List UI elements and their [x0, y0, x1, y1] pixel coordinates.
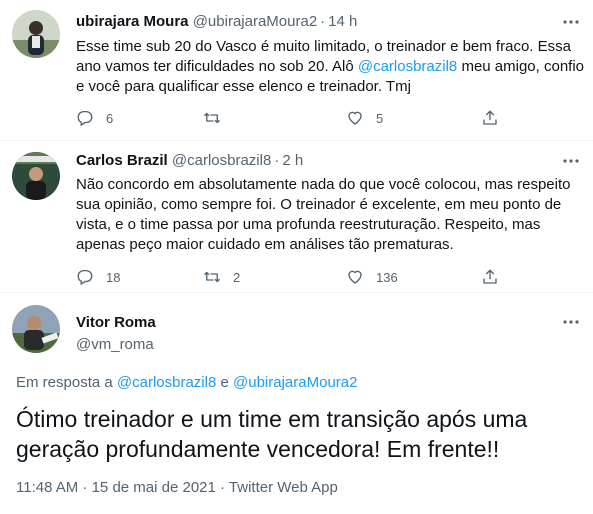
tweet-carlos[interactable]: Carlos Brazil @carlosbrazil8 · 2 h Não con… — [0, 141, 593, 292]
tweet-text: Esse time sub 20 do Vasco é muito limita… — [76, 37, 584, 97]
tweet-actions: 18 2 136 — [76, 267, 516, 287]
more-options-icon[interactable] — [561, 12, 581, 32]
profile-photo — [12, 152, 60, 200]
like-button[interactable]: 136 — [346, 267, 398, 287]
share-button[interactable] — [481, 267, 499, 287]
avatar[interactable] — [12, 10, 60, 58]
display-name[interactable]: Vitor Roma — [76, 313, 156, 333]
separator-dot: · — [274, 152, 280, 169]
tweet-timestamp[interactable]: 11:48 AM · 15 de mai de 2021 · Twitter W… — [16, 479, 338, 496]
separator-dot: · — [320, 13, 326, 30]
reply-button[interactable]: 6 — [76, 108, 113, 128]
reply-prefix: Em resposta a — [16, 374, 117, 391]
tweet-header: ubirajara Moura @ubirajaraMoura2 · 14 h — [76, 12, 357, 32]
reply-count: 18 — [106, 269, 121, 285]
tweet-text: Não concordo em absolutamente nada do qu… — [76, 175, 570, 255]
tweet-actions: 6 5 — [76, 108, 516, 128]
like-count: 136 — [376, 269, 398, 285]
profile-photo — [12, 10, 60, 58]
user-handle[interactable]: @ubirajaraMoura2 — [193, 13, 317, 30]
retweet-count: 2 — [233, 269, 241, 285]
tweet-line: apenas peço maior cuidado em análises tã… — [76, 236, 454, 253]
avatar[interactable] — [12, 305, 60, 353]
tweet-header: Carlos Brazil @carlosbrazil8 · 2 h — [76, 151, 303, 171]
tweet-text-segment: ano vamos ter dificuldades no sob 20. Al… — [76, 58, 358, 75]
tweet-time[interactable]: 14 h — [328, 13, 357, 30]
tweet-time[interactable]: 2 h — [282, 152, 303, 169]
like-button[interactable]: 5 — [346, 108, 383, 128]
profile-photo — [12, 305, 60, 353]
share-button[interactable] — [481, 108, 499, 128]
retweet-icon — [204, 271, 220, 283]
reply-icon — [77, 110, 93, 127]
tweet-ubirajara[interactable]: ubirajara Moura @ubirajaraMoura2 · 14 h Es… — [0, 0, 593, 140]
reply-count: 6 — [106, 110, 114, 126]
share-icon — [483, 269, 497, 284]
user-handle[interactable]: @vm_roma — [76, 335, 154, 355]
tweet-line: Esse time sub 20 do Vasco é muito limita… — [76, 38, 571, 55]
retweet-icon — [204, 112, 220, 124]
mention-link[interactable]: @carlosbrazil8 — [117, 374, 216, 391]
tweet-line: sua opinião, como sempre foi. O treinado… — [76, 196, 562, 213]
tweet-text-segment: meu amigo, confio — [457, 58, 585, 75]
reply-icon — [77, 269, 93, 286]
retweet-button[interactable]: 2 — [203, 267, 240, 287]
tweet-line: e você para qualificar esse elenco e tre… — [76, 78, 411, 95]
share-icon — [483, 110, 497, 125]
more-options-icon[interactable] — [561, 312, 581, 332]
mention-link[interactable]: @carlosbrazil8 — [358, 58, 457, 75]
tweet-line: Não concordo em absolutamente nada do qu… — [76, 176, 571, 193]
reply-context: Em resposta a @carlosbrazil8 e @ubirajar… — [16, 374, 357, 391]
display-name[interactable]: ubirajara Moura — [76, 13, 189, 30]
reply-conjunction: e — [216, 374, 234, 391]
tweet-line: ano vamos ter dificuldades no sob 20. Al… — [76, 57, 584, 77]
avatar[interactable] — [12, 152, 60, 200]
reply-button[interactable]: 18 — [76, 267, 120, 287]
tweet-line: vista, e o time passa por uma profunda r… — [76, 216, 541, 233]
like-count: 5 — [376, 110, 384, 126]
user-handle[interactable]: @carlosbrazil8 — [172, 152, 271, 169]
heart-icon — [348, 270, 362, 284]
mention-link[interactable]: @ubirajaraMoura2 — [233, 374, 357, 391]
heart-icon — [348, 111, 362, 125]
main-tweet-text: Ótimo treinador e um time em transição a… — [16, 406, 528, 462]
display-name[interactable]: Carlos Brazil — [76, 152, 168, 169]
more-options-icon[interactable] — [561, 151, 581, 171]
retweet-button[interactable] — [203, 108, 233, 128]
